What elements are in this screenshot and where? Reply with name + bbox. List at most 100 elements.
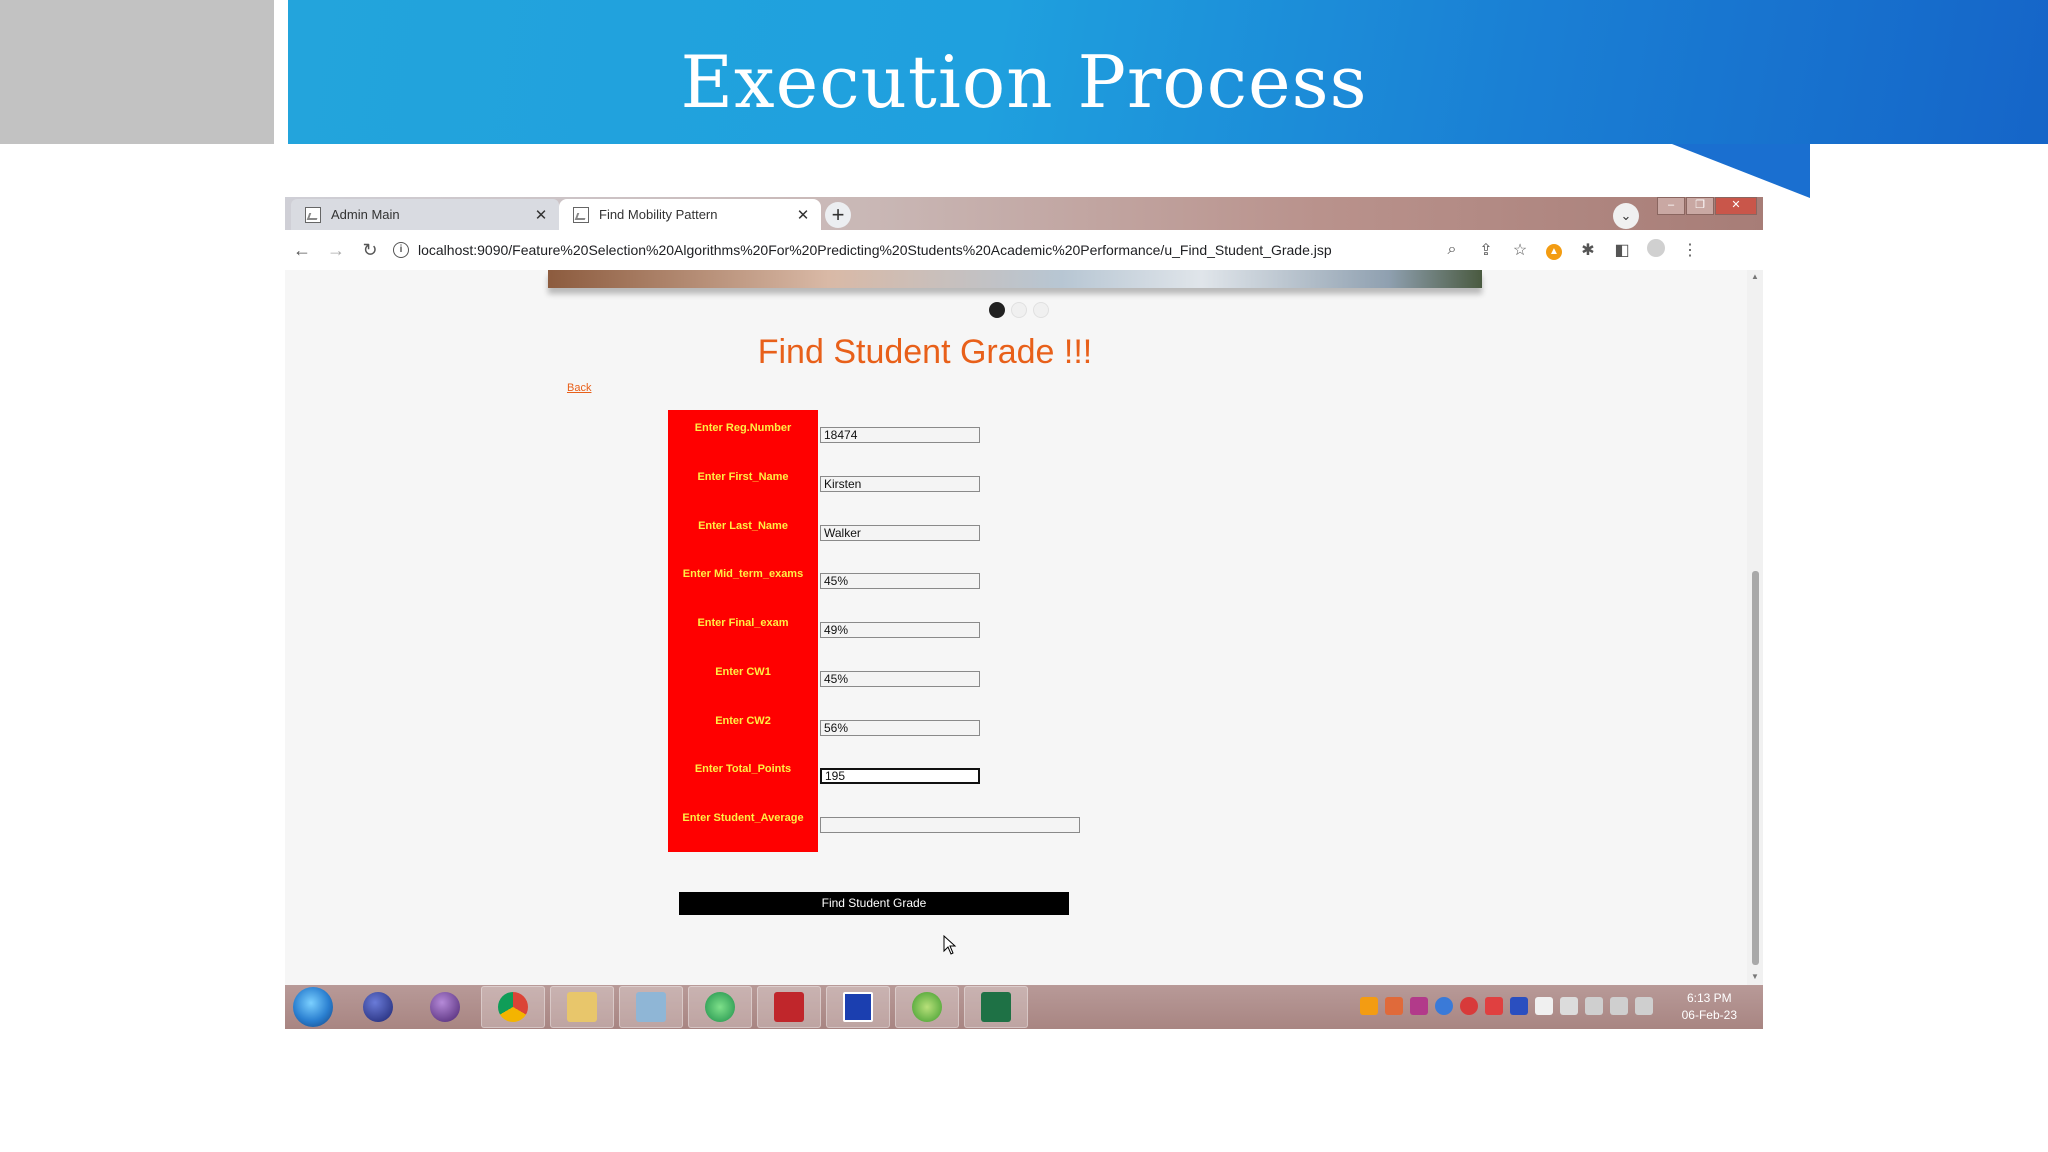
label-reg-number: Enter Reg.Number xyxy=(694,422,792,434)
tab-search-chevron-icon[interactable]: ⌄ xyxy=(1613,203,1639,229)
pdf-reader-icon xyxy=(774,992,804,1022)
taskbar-app-file-explorer[interactable] xyxy=(550,986,614,1028)
tray-home-icon[interactable] xyxy=(1385,997,1403,1015)
tray-display-icon[interactable] xyxy=(1510,997,1528,1015)
slide-banner-tail xyxy=(1672,144,1810,198)
side-panel-icon[interactable]: ◧ xyxy=(1605,240,1639,260)
taskbar-app-notes[interactable] xyxy=(619,986,683,1028)
tray-mute-icon[interactable] xyxy=(1635,997,1653,1015)
taskbar-app-sync[interactable] xyxy=(895,986,959,1028)
start-button[interactable] xyxy=(293,987,333,1027)
slide-grey-block xyxy=(0,0,274,144)
file-explorer-icon xyxy=(567,992,597,1022)
bookmark-star-icon[interactable]: ☆ xyxy=(1503,240,1537,260)
taskbar-app-remote[interactable] xyxy=(826,986,890,1028)
image-icon xyxy=(573,206,589,223)
sync-icon xyxy=(912,992,942,1022)
carousel-dot[interactable] xyxy=(989,302,1005,318)
tray-flag-icon[interactable] xyxy=(1535,997,1553,1015)
system-tray xyxy=(1360,997,1653,1015)
eclipse-icon xyxy=(363,992,393,1022)
zoom-icon[interactable]: ⌕ xyxy=(1435,241,1469,259)
forward-arrow-icon[interactable]: → xyxy=(319,240,353,261)
taskbar-app-eclipse[interactable] xyxy=(347,987,409,1027)
page-content: Find Student Grade !!! Back Enter Reg.Nu… xyxy=(285,270,1747,985)
last-name-input[interactable] xyxy=(820,525,980,541)
total-points-input[interactable] xyxy=(820,768,980,784)
cw1-input[interactable] xyxy=(820,671,980,687)
tab-label: Admin Main xyxy=(331,207,400,222)
scroll-down-arrow-icon[interactable]: ▼ xyxy=(1751,972,1759,981)
reg-number-input[interactable] xyxy=(820,427,980,443)
scrollbar-thumb[interactable] xyxy=(1752,571,1759,965)
mouse-cursor-icon xyxy=(943,935,957,955)
profile-icon[interactable] xyxy=(1639,238,1673,262)
label-total-points: Enter Total_Points xyxy=(694,763,792,775)
carousel-dot[interactable] xyxy=(1033,302,1049,318)
carousel-dot[interactable] xyxy=(1011,302,1027,318)
chrome-icon xyxy=(498,992,528,1022)
find-student-grade-button[interactable]: Find Student Grade xyxy=(679,892,1069,915)
reload-icon[interactable]: ↻ xyxy=(353,240,387,261)
close-icon[interactable]: ✕ xyxy=(531,206,551,224)
taskbar-app-chrome[interactable] xyxy=(481,986,545,1028)
taskbar: 6:13 PM 06-Feb-23 xyxy=(285,985,1763,1029)
tray-globe-icon[interactable] xyxy=(1435,997,1453,1015)
taskbar-app-excel[interactable] xyxy=(964,986,1028,1028)
eclipse-alt-icon xyxy=(430,992,460,1022)
label-first-name: Enter First_Name xyxy=(697,471,789,483)
taskbar-clock[interactable]: 6:13 PM 06-Feb-23 xyxy=(1682,990,1737,1024)
extensions-puzzle-icon[interactable]: ✱ xyxy=(1571,240,1605,260)
url-field[interactable]: i localhost:9090/Feature%20Selection%20A… xyxy=(393,235,1435,265)
tab-find-mobility-pattern[interactable]: Find Mobility Pattern ✕ xyxy=(559,199,821,230)
browser-window: Admin Main ✕ Find Mobility Pattern ✕ + ⌄… xyxy=(285,197,1763,1029)
carousel-dots xyxy=(989,302,1049,318)
address-bar: ← → ↻ i localhost:9090/Feature%20Selecti… xyxy=(285,230,1763,270)
first-name-input[interactable] xyxy=(820,476,980,492)
extension-orange-icon[interactable]: ▲ xyxy=(1537,241,1571,260)
excel-icon xyxy=(981,992,1011,1022)
back-arrow-icon[interactable]: ← xyxy=(285,240,319,261)
notes-icon xyxy=(636,992,666,1022)
minimize-icon[interactable]: – xyxy=(1657,197,1685,215)
image-icon xyxy=(305,206,321,223)
window-controls: – ❐ ✕ xyxy=(1656,197,1757,215)
tray-alert-icon[interactable] xyxy=(1360,997,1378,1015)
student-average-input[interactable] xyxy=(820,817,1080,833)
window-close-icon[interactable]: ✕ xyxy=(1715,197,1757,215)
cw2-input[interactable] xyxy=(820,720,980,736)
tab-bar: Admin Main ✕ Find Mobility Pattern ✕ + ⌄… xyxy=(285,197,1763,230)
taskbar-app-network[interactable] xyxy=(688,986,752,1028)
mid-term-exams-input[interactable] xyxy=(820,573,980,589)
tray-battery-icon[interactable] xyxy=(1560,997,1578,1015)
tab-admin-main[interactable]: Admin Main ✕ xyxy=(291,199,559,230)
vertical-scrollbar[interactable]: ▲ ▼ xyxy=(1747,270,1763,985)
taskbar-app-eclipse-alt[interactable] xyxy=(414,987,476,1027)
close-icon[interactable]: ✕ xyxy=(793,206,813,224)
network-icon xyxy=(705,992,735,1022)
final-exam-input[interactable] xyxy=(820,622,980,638)
share-icon[interactable]: ⇪ xyxy=(1469,240,1503,260)
scroll-up-arrow-icon[interactable]: ▲ xyxy=(1751,272,1759,281)
tray-volume-icon[interactable] xyxy=(1585,997,1603,1015)
tab-label: Find Mobility Pattern xyxy=(599,207,718,222)
info-icon[interactable]: i xyxy=(393,242,409,258)
clock-time: 6:13 PM xyxy=(1686,991,1732,1005)
remote-app-icon xyxy=(843,992,873,1022)
tray-bug-icon[interactable] xyxy=(1410,997,1428,1015)
tray-record-icon[interactable] xyxy=(1485,997,1503,1015)
menu-kebab-icon[interactable]: ⋮ xyxy=(1673,240,1707,260)
restore-icon[interactable]: ❐ xyxy=(1686,197,1714,215)
label-mid-term-exams: Enter Mid_term_exams xyxy=(682,568,804,580)
tray-network-icon[interactable] xyxy=(1610,997,1628,1015)
label-student-average: Enter Student_Average xyxy=(682,812,804,824)
label-final-exam: Enter Final_exam xyxy=(697,617,789,629)
url-text: localhost:9090/Feature%20Selection%20Alg… xyxy=(418,242,1332,258)
new-tab-button[interactable]: + xyxy=(825,202,851,228)
tray-refresh-icon[interactable] xyxy=(1460,997,1478,1015)
taskbar-app-pdf-reader[interactable] xyxy=(757,986,821,1028)
label-cw2: Enter CW2 xyxy=(715,715,771,727)
back-link[interactable]: Back xyxy=(567,382,591,394)
form-label-column: Enter Reg.Number Enter First_Name Enter … xyxy=(668,410,818,852)
label-last-name: Enter Last_Name xyxy=(698,520,788,532)
